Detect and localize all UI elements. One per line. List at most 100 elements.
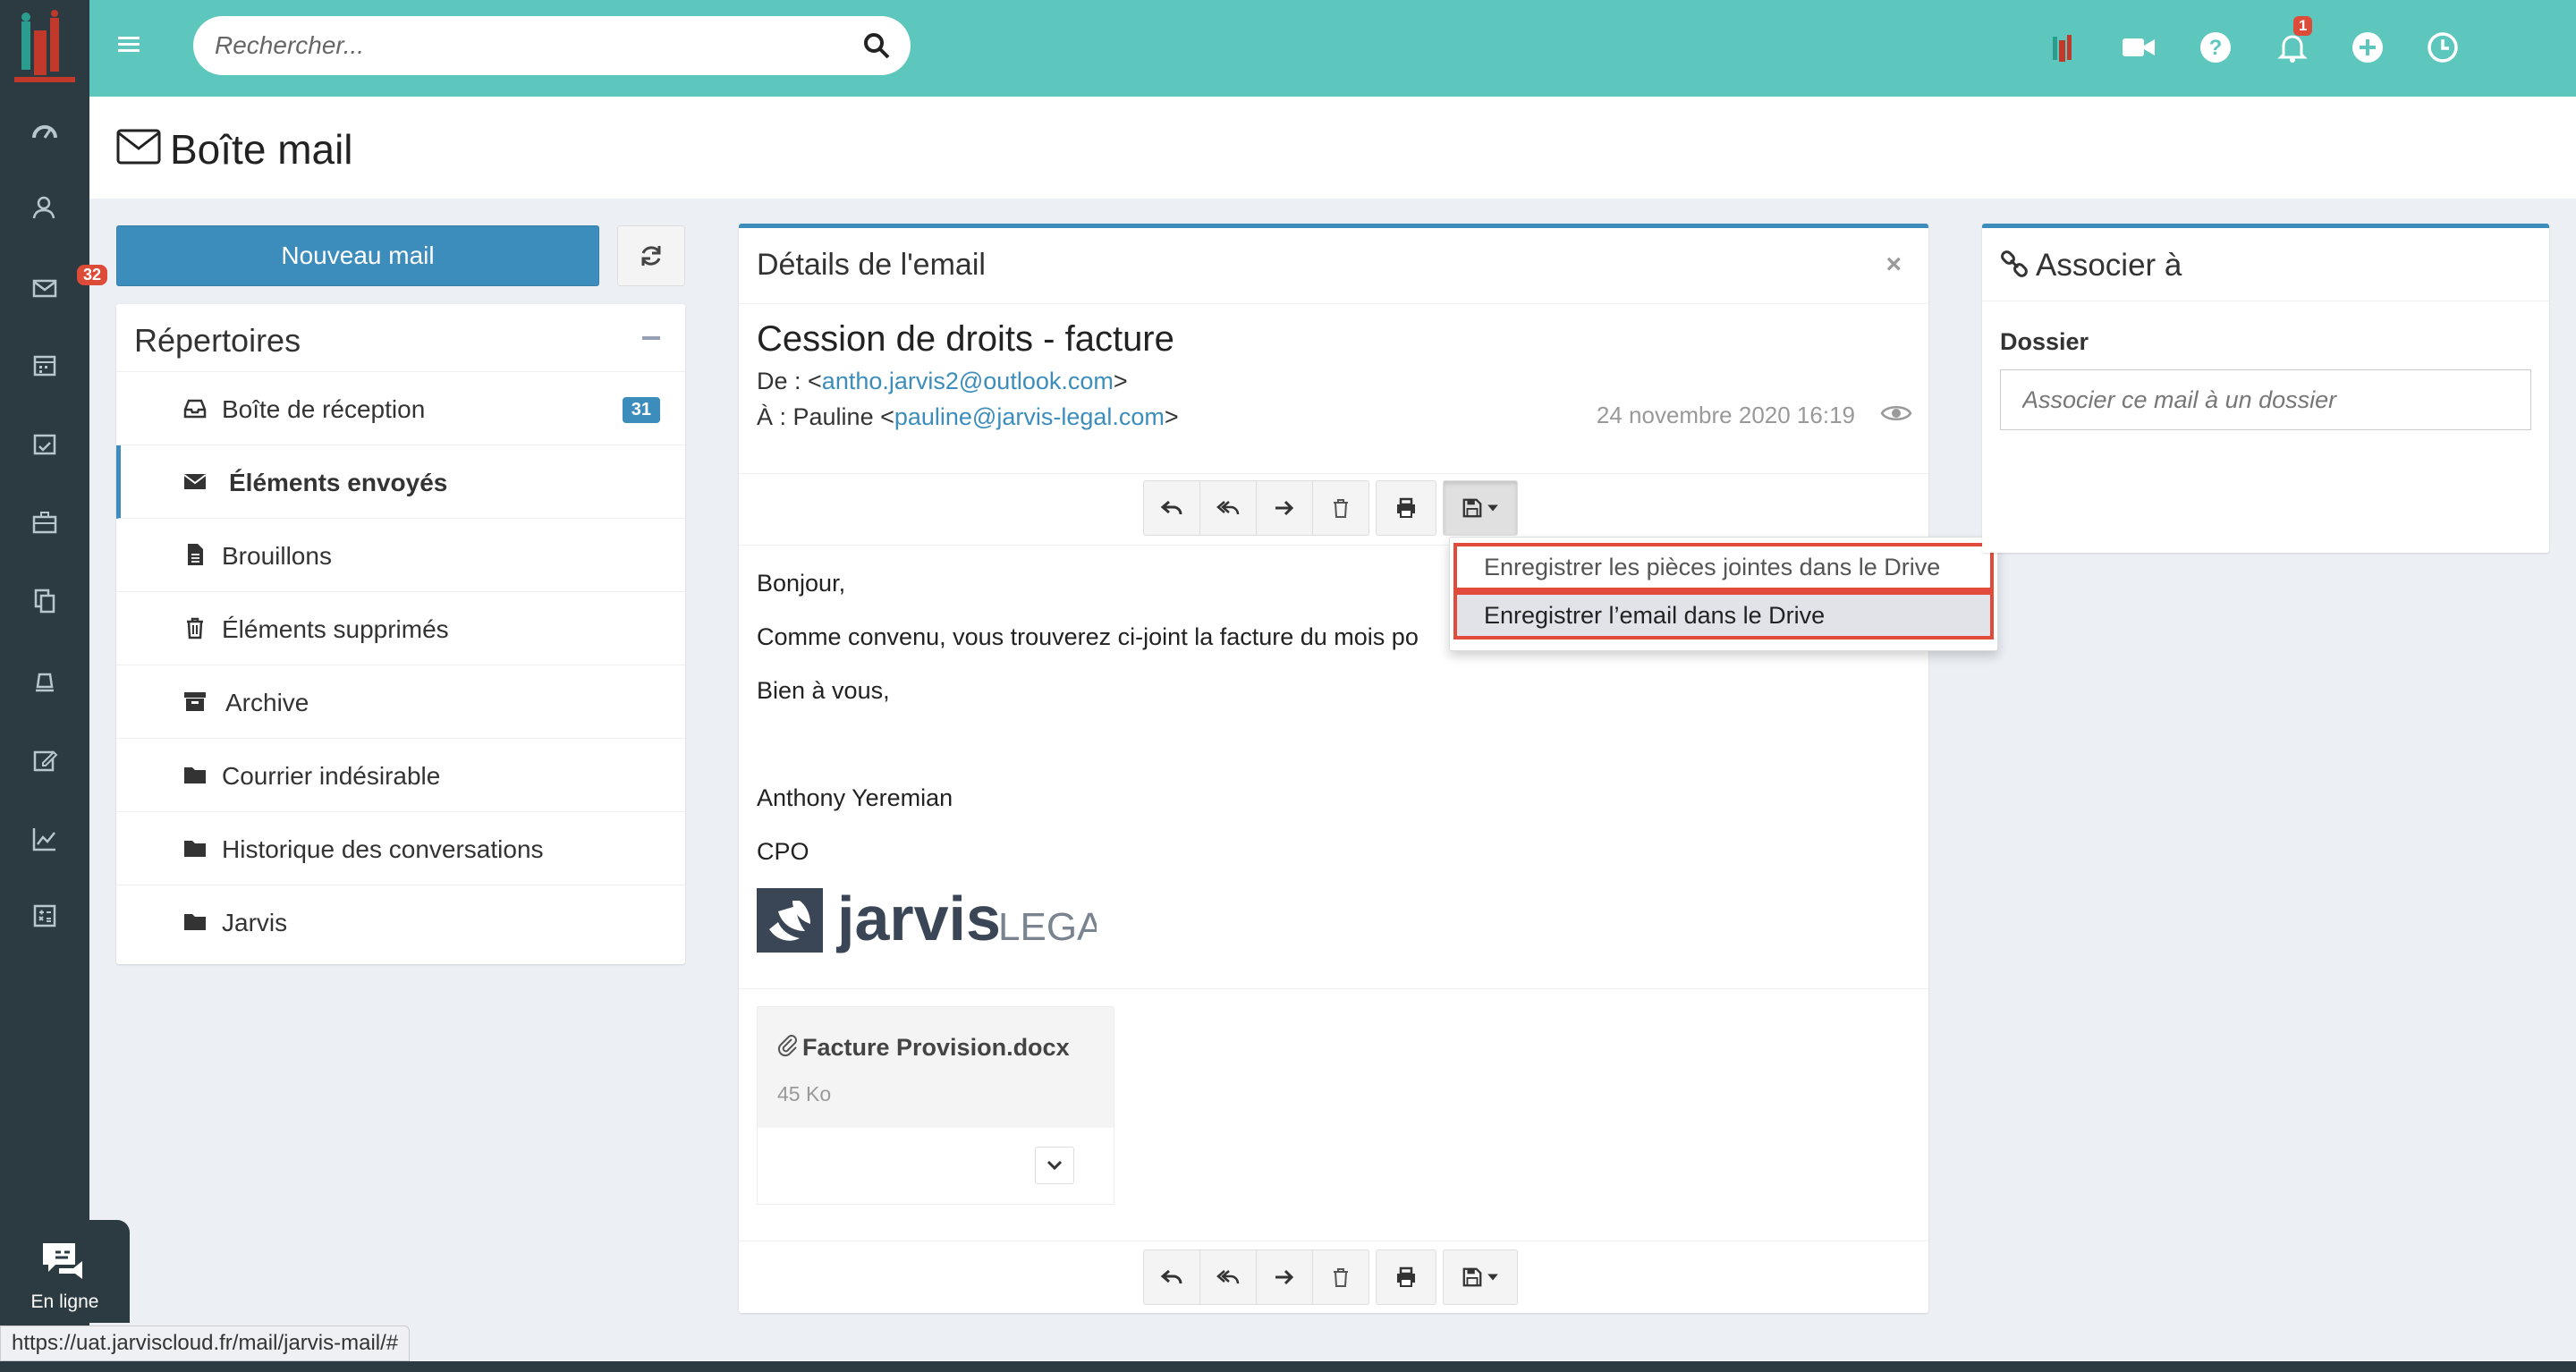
attachment-name[interactable]: Facture Provision.docx — [802, 1034, 1070, 1062]
folder-label: Archive — [225, 689, 309, 716]
new-mail-button[interactable]: Nouveau mail — [116, 225, 599, 286]
chat-widget[interactable]: En ligne — [0, 1220, 130, 1323]
save-attachments-to-drive-option[interactable]: Enregistrer les pièces jointes dans le D… — [1453, 543, 1994, 591]
folder-icon — [184, 841, 206, 857]
refresh-button[interactable] — [617, 225, 685, 286]
floppy-disk-icon — [1462, 1267, 1482, 1287]
from-email-link[interactable]: antho.jarvis2@outlook.com — [822, 368, 1114, 394]
inbox-icon — [183, 399, 207, 419]
logo-word-jarvis: jarvis — [835, 885, 1001, 953]
to-email-link[interactable]: pauline@jarvis-legal.com — [894, 403, 1165, 430]
app-logo[interactable] — [11, 9, 79, 88]
reply-all-button[interactable] — [1199, 480, 1257, 536]
reply-all-icon — [1216, 1270, 1240, 1284]
associate-panel: Associer à Dossier — [1982, 224, 2549, 553]
dashboard-icon[interactable] — [27, 114, 63, 150]
calendar-icon[interactable] — [27, 347, 63, 383]
print-button[interactable] — [1376, 1249, 1436, 1305]
attachment-menu-button[interactable] — [1035, 1147, 1074, 1184]
link-icon — [2001, 250, 2028, 277]
print-button[interactable] — [1376, 480, 1436, 536]
analytics-icon[interactable] — [27, 821, 63, 857]
forward-button[interactable] — [1256, 480, 1313, 536]
video-call-icon[interactable] — [2118, 27, 2159, 68]
billing-icon[interactable] — [27, 664, 63, 699]
folder-item-inbox[interactable]: Boîte de réception 31 — [116, 372, 685, 445]
help-icon[interactable]: ? — [2195, 27, 2236, 68]
email-panel-title: Détails de l'email — [757, 248, 986, 282]
search-input[interactable] — [215, 16, 841, 75]
divider — [739, 473, 1928, 474]
reply-icon — [1160, 1269, 1182, 1284]
close-icon[interactable]: × — [1885, 250, 1902, 280]
save-dropdown-button[interactable] — [1443, 480, 1518, 536]
email-toolbar-bottom — [1143, 1249, 1525, 1305]
hamburger-menu-icon[interactable] — [116, 32, 141, 57]
reply-button[interactable] — [1143, 480, 1200, 536]
briefcase-icon[interactable] — [27, 504, 63, 540]
search-icon[interactable] — [862, 31, 891, 60]
jarvis-mini-logo-icon[interactable] — [2041, 27, 2082, 68]
email-to-line: À : Pauline <pauline@jarvis-legal.com> — [757, 403, 1179, 431]
folder-label: Brouillons — [222, 542, 332, 570]
refresh-icon — [641, 246, 661, 266]
folder-label: Jarvis — [222, 909, 288, 936]
clock-icon[interactable] — [2422, 27, 2463, 68]
email-subject: Cession de droits - facture — [757, 319, 1174, 359]
floppy-disk-icon — [1462, 498, 1482, 518]
contacts-icon[interactable] — [27, 190, 63, 225]
folder-item-spam[interactable]: Courrier indésirable — [116, 739, 685, 812]
folder-item-conversation-history[interactable]: Historique des conversations — [116, 812, 685, 885]
chevron-down-icon — [1046, 1160, 1063, 1171]
associate-title: Associer à — [2036, 248, 2182, 283]
page-title: Boîte mail — [170, 126, 353, 173]
delete-button[interactable] — [1312, 480, 1369, 536]
mail-icon[interactable]: 32 — [27, 265, 108, 306]
folder-label: Boîte de réception — [222, 395, 426, 423]
add-circle-icon[interactable] — [2347, 27, 2388, 68]
caret-down-icon — [1487, 504, 1498, 512]
associate-folder-input[interactable] — [2000, 369, 2531, 430]
bottom-strip — [0, 1361, 2576, 1372]
edit-icon[interactable] — [27, 742, 63, 778]
folders-panel: Répertoires Boîte de réception 31 Élémen… — [116, 304, 685, 964]
reply-all-icon — [1216, 501, 1240, 515]
search-box — [193, 16, 911, 75]
signature-name: Anthony Yeremian — [757, 784, 953, 811]
file-icon — [188, 544, 203, 565]
reply-all-button[interactable] — [1199, 1249, 1257, 1305]
chat-icon — [43, 1243, 82, 1279]
folder-field-label: Dossier — [2000, 328, 2089, 355]
print-button-group — [1376, 480, 1436, 536]
forward-button[interactable] — [1256, 1249, 1313, 1305]
envelope-outline-icon — [116, 129, 161, 165]
attachment-card[interactable]: Facture Provision.docx 45 Ko — [757, 1006, 1114, 1205]
to-suffix: > — [1164, 403, 1179, 430]
save-dropdown-button[interactable] — [1443, 1249, 1518, 1305]
collapse-icon[interactable] — [642, 336, 660, 340]
folder-item-deleted[interactable]: Éléments supprimés — [116, 592, 685, 665]
email-toolbar-top — [1143, 480, 1525, 536]
folder-item-archive[interactable]: Archive — [116, 665, 685, 739]
from-suffix: > — [1113, 368, 1128, 394]
calculator-icon[interactable] — [27, 898, 63, 934]
reply-button-group — [1143, 1249, 1369, 1305]
folder-item-jarvis[interactable]: Jarvis — [116, 885, 685, 959]
svg-text:?: ? — [2209, 36, 2223, 60]
delete-button[interactable] — [1312, 1249, 1369, 1305]
folder-item-drafts[interactable]: Brouillons — [116, 519, 685, 592]
folders-header: Répertoires — [116, 304, 685, 372]
eye-icon[interactable] — [1880, 400, 1912, 427]
reply-button[interactable] — [1143, 1249, 1200, 1305]
documents-icon[interactable] — [27, 583, 63, 619]
save-button-group — [1443, 480, 1518, 536]
notifications-bell-icon[interactable]: 1 — [2272, 16, 2313, 68]
save-email-to-drive-option[interactable]: Enregistrer l’email dans le Drive — [1453, 591, 1994, 639]
top-header: ? 1 — [89, 0, 2576, 97]
folders-title: Répertoires — [134, 322, 301, 359]
email-from-line: De : <antho.jarvis2@outlook.com> — [757, 368, 1128, 395]
folder-item-sent[interactable]: Éléments envoyés — [116, 445, 685, 519]
task-calendar-icon[interactable] — [27, 426, 63, 462]
page-title-bar: Boîte mail — [89, 97, 2576, 199]
to-prefix: À : Pauline < — [757, 403, 894, 430]
